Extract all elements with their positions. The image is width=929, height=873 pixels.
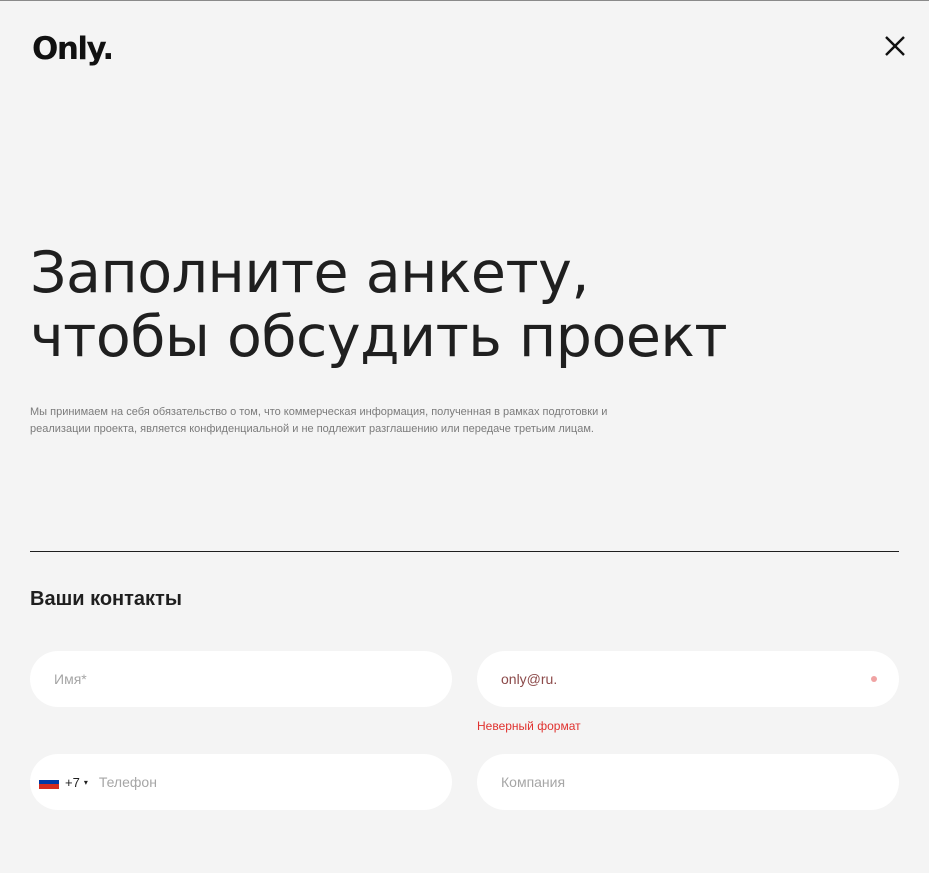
- close-button[interactable]: [882, 33, 908, 59]
- name-field[interactable]: Имя*: [30, 651, 452, 707]
- company-field-placeholder: Компания: [501, 774, 566, 790]
- name-field-placeholder: Имя*: [54, 671, 87, 687]
- phone-field-placeholder: Телефон: [98, 774, 157, 790]
- page-title-line-1: Заполните анкету,: [30, 240, 590, 306]
- logo[interactable]: Only.: [32, 31, 114, 67]
- company-field[interactable]: Компания: [477, 754, 899, 810]
- close-icon: [885, 36, 905, 56]
- phone-field[interactable]: +7 ▾ Телефон: [30, 754, 452, 810]
- country-code[interactable]: +7: [65, 775, 80, 790]
- email-field[interactable]: only@ru.: [477, 651, 899, 707]
- email-error-message: Неверный формат: [477, 719, 581, 733]
- section-title-contacts: Ваши контакты: [30, 588, 182, 610]
- error-indicator-icon: [871, 676, 877, 682]
- form-page: Only. Заполните анкету, чтобы обсудить п…: [0, 0, 929, 873]
- chevron-down-icon[interactable]: ▾: [84, 778, 88, 787]
- page-title: Заполните анкету, чтобы обсудить проект: [30, 241, 900, 369]
- confidentiality-disclaimer: Мы принимаем на себя обязательство о том…: [30, 406, 608, 435]
- page-title-line-2: чтобы обсудить проект: [30, 304, 728, 370]
- email-field-value: only@ru.: [501, 671, 558, 687]
- section-divider: [30, 551, 899, 552]
- ru-flag-icon[interactable]: [39, 775, 59, 790]
